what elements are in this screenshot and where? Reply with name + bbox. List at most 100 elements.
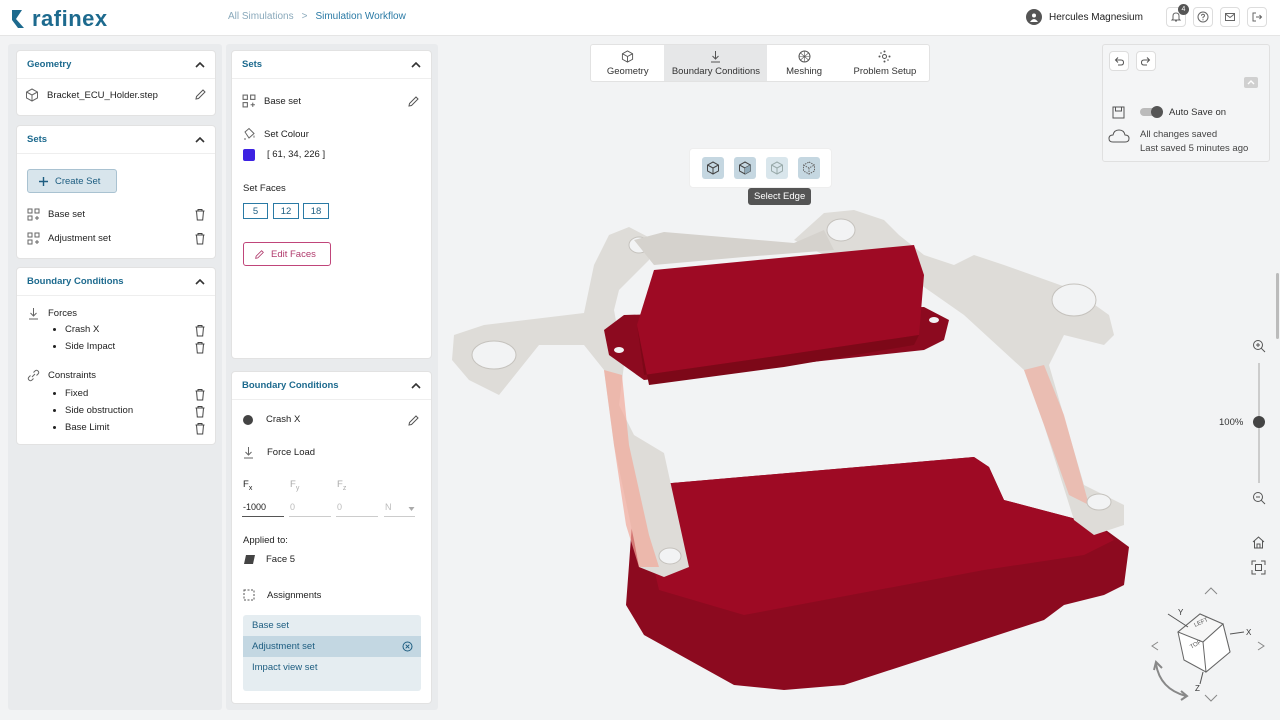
bullet-dot (53, 345, 56, 348)
geometry-card: Geometry Bracket_ECU_Holder.step (16, 50, 216, 116)
pencil-icon[interactable] (194, 88, 207, 101)
collapse-panel-button[interactable] (1244, 77, 1258, 88)
set-item-base[interactable]: Base set (27, 208, 85, 221)
set-colour-swatch[interactable] (243, 149, 255, 161)
bullet-dot (53, 409, 56, 412)
zoom-in-icon[interactable] (1252, 339, 1266, 353)
force-item-label: Side Impact (65, 341, 116, 352)
trash-icon[interactable] (194, 232, 206, 245)
tab-geometry[interactable]: Geometry (591, 45, 664, 81)
pencil-icon[interactable] (407, 95, 420, 108)
force-item-crash-x[interactable]: Crash X (53, 324, 99, 335)
mail-button[interactable] (1220, 7, 1240, 27)
cube-icon (622, 49, 634, 63)
face-chip[interactable]: 18 (303, 203, 329, 219)
chevron-up-icon[interactable] (195, 278, 205, 285)
mesh-sphere-icon (798, 50, 811, 62)
assignment-item[interactable]: Impact view set (243, 657, 421, 678)
z-axis-line (1199, 671, 1204, 685)
breadcrumb-all-simulations[interactable]: All Simulations (228, 11, 294, 22)
mount-hole (1086, 493, 1112, 511)
user-menu[interactable]: Hercules Magnesium (1026, 9, 1143, 25)
edit-faces-button[interactable]: Edit Faces (243, 242, 331, 266)
constraint-item-base-limit[interactable]: Base Limit (53, 422, 109, 433)
trash-icon[interactable] (194, 341, 206, 354)
assignment-item[interactable]: Base set (243, 615, 421, 636)
fit-view-icon[interactable] (1251, 560, 1266, 575)
chevron-up-icon[interactable] (195, 61, 205, 68)
trash-icon[interactable] (194, 208, 206, 221)
assignment-item-selected[interactable]: Adjustment set (243, 636, 421, 657)
constraint-item-side-obstruction[interactable]: Side obstruction (53, 405, 133, 416)
x-axis-line (1229, 631, 1245, 635)
redo-button[interactable] (1136, 51, 1156, 71)
constraint-item-fixed[interactable]: Fixed (53, 388, 88, 399)
breadcrumb-current[interactable]: Simulation Workflow (315, 11, 405, 22)
tab-boundary-conditions[interactable]: Boundary Conditions (664, 45, 768, 81)
mail-icon (1225, 13, 1235, 21)
tab-meshing[interactable]: Meshing (767, 45, 840, 81)
trash-icon[interactable] (194, 422, 206, 435)
left-sidebar: Geometry Bracket_ECU_Holder.step Sets Cr… (8, 44, 222, 710)
help-button[interactable] (1193, 7, 1213, 27)
geometry-card-header[interactable]: Geometry (17, 51, 215, 79)
viewport-scrollbar[interactable] (1276, 273, 1279, 339)
app-logo[interactable]: rafinex (10, 6, 108, 32)
model-viewport[interactable] (444, 195, 1164, 695)
chevron-up-icon[interactable] (411, 382, 421, 389)
chevron-up-icon[interactable] (195, 136, 205, 143)
top-actions: 4 (1166, 4, 1267, 27)
set-item-adjustment[interactable]: Adjustment set (27, 232, 111, 245)
trash-icon[interactable] (194, 324, 206, 337)
fx-label: Fx (243, 479, 252, 492)
logout-button[interactable] (1247, 7, 1267, 27)
bc-detail-header[interactable]: Boundary Conditions (232, 372, 431, 400)
create-set-button[interactable]: Create Set (27, 169, 117, 193)
set-name-row: Base set (242, 94, 301, 108)
bc-card-header[interactable]: Boundary Conditions (17, 268, 215, 296)
home-view-icon[interactable] (1251, 535, 1266, 550)
assignment-label: Impact view set (252, 662, 318, 673)
force-arrow-icon (711, 50, 721, 62)
set-detail-header[interactable]: Sets (232, 51, 431, 79)
geometry-file-row[interactable]: Bracket_ECU_Holder.step (25, 88, 209, 102)
sets-card-header[interactable]: Sets (17, 126, 215, 154)
mount-hole (471, 340, 517, 370)
selection-toolbar (689, 148, 832, 188)
caret-down-icon (408, 507, 415, 511)
assignments-row: Assignments (243, 589, 321, 601)
select-vertex-button[interactable] (797, 157, 820, 179)
pencil-icon[interactable] (407, 414, 420, 427)
set-detail-title: Sets (242, 59, 263, 70)
detail-sidebar: Sets Base set Set Colour [ 61, 34, 226 ]… (226, 44, 438, 710)
undo-button[interactable] (1109, 51, 1129, 71)
fx-input[interactable]: -1000 (242, 502, 284, 517)
remove-circle-icon[interactable] (402, 641, 413, 652)
constraints-label: Constraints (48, 370, 97, 381)
stress-hotspot-right (1024, 365, 1089, 505)
face-chip[interactable]: 5 (243, 203, 268, 219)
fy-input[interactable]: 0 (289, 502, 331, 517)
view-cube[interactable] (1148, 584, 1272, 706)
forces-label: Forces (48, 308, 78, 319)
chevron-up-icon[interactable] (411, 61, 421, 68)
zoom-out-icon[interactable] (1252, 491, 1266, 505)
trash-icon[interactable] (194, 405, 206, 418)
select-face-button[interactable] (733, 157, 756, 179)
notifications-button[interactable]: 4 (1166, 4, 1189, 27)
zoom-slider-handle[interactable] (1253, 416, 1265, 428)
set-grid-icon (242, 94, 256, 108)
force-item-side-impact[interactable]: Side Impact (53, 341, 115, 352)
autosave-toggle[interactable] (1140, 106, 1163, 118)
select-edge-button[interactable] (765, 157, 788, 179)
assignments-label: Assignments (267, 589, 322, 601)
constraint-item-label: Side obstruction (65, 405, 134, 416)
unit-select[interactable]: N (384, 502, 415, 517)
fz-input[interactable]: 0 (336, 502, 378, 517)
unit-value: N (385, 502, 392, 512)
select-body-button[interactable] (701, 157, 724, 179)
tab-problem-setup[interactable]: Problem Setup (841, 45, 929, 81)
geometry-card-title: Geometry (27, 59, 72, 70)
trash-icon[interactable] (194, 388, 206, 401)
face-chip[interactable]: 12 (273, 203, 299, 219)
